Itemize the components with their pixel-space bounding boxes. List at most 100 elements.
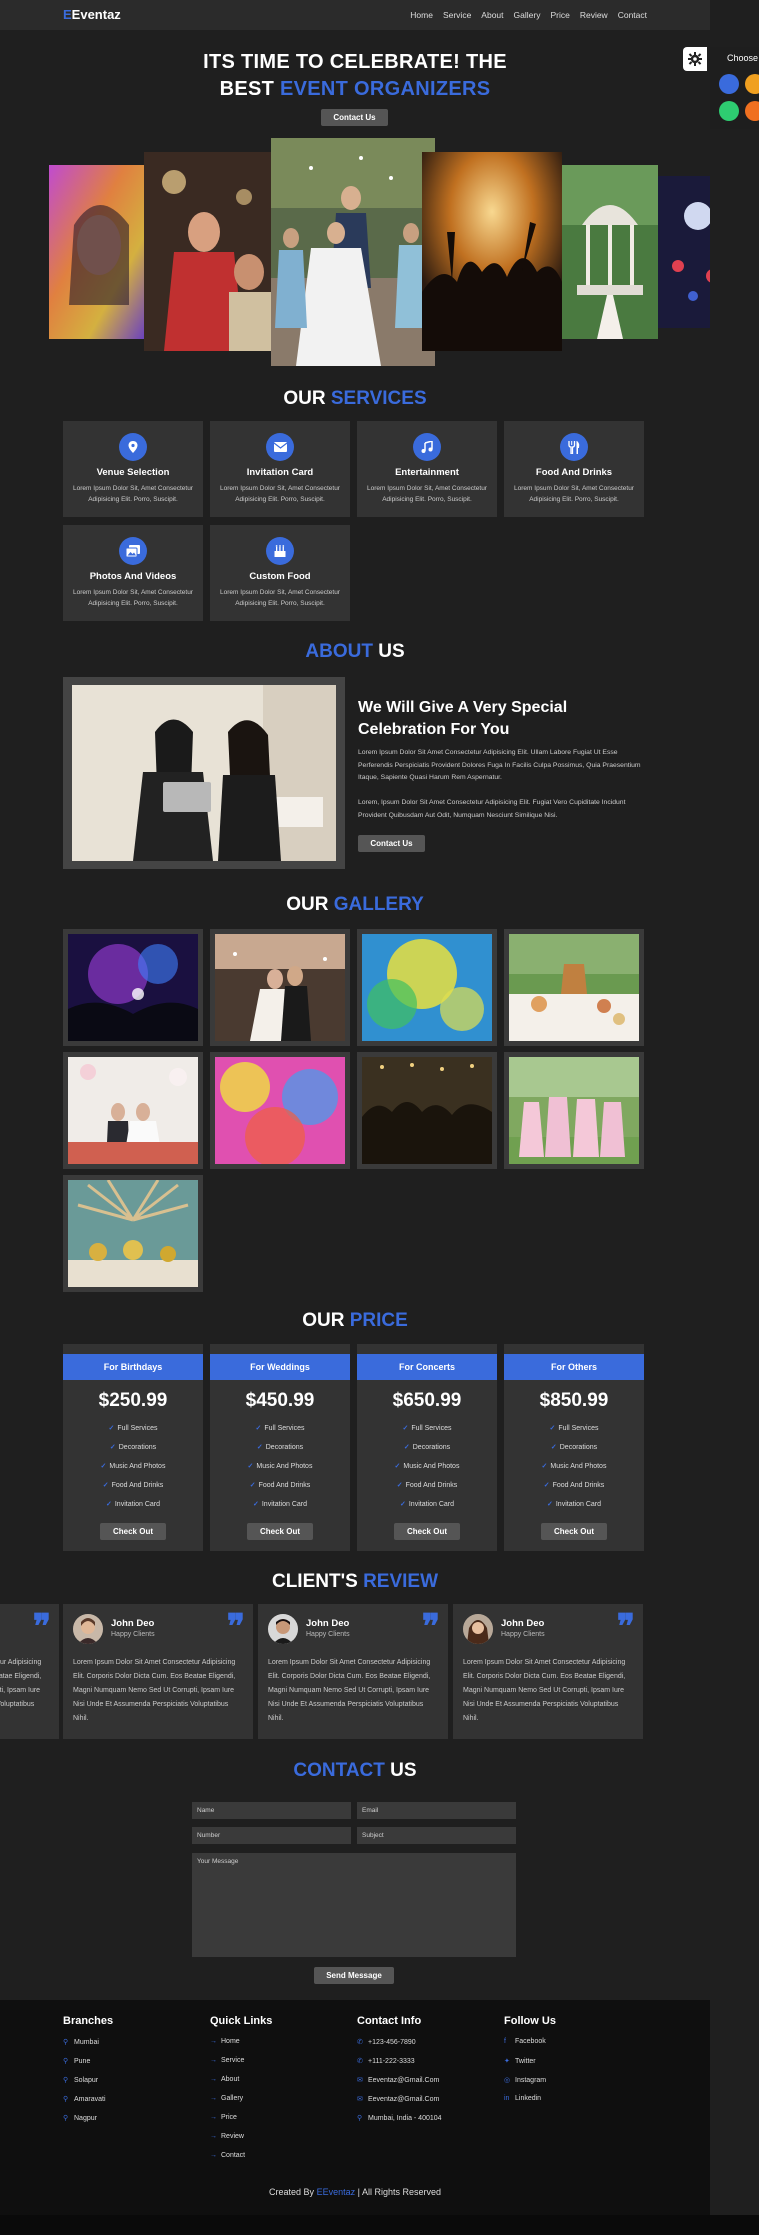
service-card-food[interactable]: Food And Drinks Lorem Ipsum Dolor Sit, A… <box>504 421 644 517</box>
gallery-item-7[interactable] <box>357 1052 497 1169</box>
about-image <box>63 677 345 869</box>
footer-branch-link[interactable]: ⚲ Nagpur <box>63 2114 97 2122</box>
price-feature: ✓ Food And Drinks <box>396 1482 458 1489</box>
footer-branches-title: Branches <box>63 2015 114 2027</box>
price-amount: $850.99 <box>539 1390 609 1411</box>
theme-swatch-green[interactable] <box>719 101 739 121</box>
map-marker-icon: ⚲ <box>63 2039 69 2046</box>
check-out-button[interactable]: Check Out <box>100 1523 166 1540</box>
name-field[interactable] <box>192 1802 351 1819</box>
email-field[interactable] <box>357 1802 516 1819</box>
price-plan-name: For Birthdays <box>63 1354 203 1380</box>
footer-quick-link[interactable]: → Home <box>210 2038 240 2045</box>
subject-field[interactable] <box>357 1827 516 1844</box>
footer-quick-link[interactable]: → About <box>210 2076 239 2083</box>
hero-image-gazebo <box>562 165 658 339</box>
footer-follow-title: Follow Us <box>504 2015 556 2027</box>
gallery-item-9[interactable] <box>63 1175 203 1292</box>
check-out-button[interactable]: Check Out <box>394 1523 460 1540</box>
map-marker-icon: ⚲ <box>63 2115 69 2122</box>
quote-icon: ❞ <box>421 1607 440 1647</box>
nav-link-contact[interactable]: Contact <box>618 10 647 20</box>
service-card-invitation[interactable]: Invitation Card Lorem Ipsum Dolor Sit, A… <box>210 421 350 517</box>
message-field[interactable] <box>192 1853 516 1957</box>
about-contact-button[interactable]: Contact Us <box>358 835 425 852</box>
check-icon: ✓ <box>396 1482 403 1489</box>
footer <box>0 2000 710 2215</box>
footer-branch-link[interactable]: ⚲ Amaravati <box>63 2095 106 2103</box>
gallery-item-2[interactable] <box>210 929 350 1046</box>
hero-image-lights <box>658 176 710 328</box>
footer-contact-item[interactable]: ⚲ Mumbai, India - 400104 <box>357 2114 442 2122</box>
gallery-item-1[interactable] <box>63 929 203 1046</box>
price-plan-name: For Concerts <box>357 1354 497 1380</box>
hero-image-holi <box>49 165 145 339</box>
birthday-cake-icon <box>266 537 294 565</box>
price-feature: ✓ Full Services <box>108 1425 158 1432</box>
footer-social-link[interactable]: in Linkedin <box>504 2095 541 2102</box>
check-icon: ✓ <box>543 1482 550 1489</box>
footer-quick-link[interactable]: → Review <box>210 2133 244 2140</box>
quote-icon: ❞ <box>32 1607 51 1647</box>
footer-contact-item[interactable]: ✆ +123-456-7890 <box>357 2038 416 2046</box>
price-amount: $650.99 <box>392 1390 462 1411</box>
check-icon: ✓ <box>541 1463 548 1470</box>
gallery-item-4[interactable] <box>504 929 644 1046</box>
footer-social-link[interactable]: ◎ Instagram <box>504 2076 546 2084</box>
utensils-icon <box>560 433 588 461</box>
check-out-button[interactable]: Check Out <box>541 1523 607 1540</box>
gallery-item-5[interactable] <box>63 1052 203 1169</box>
price-feature: ✓ Invitation Card <box>252 1501 307 1508</box>
service-card-custom-food[interactable]: Custom Food Lorem Ipsum Dolor Sit, Amet … <box>210 525 350 621</box>
gallery-item-3[interactable] <box>357 929 497 1046</box>
brand-logo[interactable]: EEventaz <box>63 7 121 22</box>
hero-contact-button[interactable]: Contact Us <box>321 109 388 126</box>
gallery-title: OUR GALLERY <box>286 894 424 915</box>
nav-link-review[interactable]: Review <box>580 10 608 20</box>
nav-link-service[interactable]: Service <box>443 10 471 20</box>
check-icon: ✓ <box>549 1425 556 1432</box>
footer-contact-item[interactable]: ✉ Eeventaz@Gmail.Com <box>357 2095 439 2103</box>
hero-title-line-2: BEST EVENT ORGANIZERS <box>219 78 491 100</box>
footer-branch-link[interactable]: ⚲ Solapur <box>63 2076 98 2084</box>
service-card-entertainment[interactable]: Entertainment Lorem Ipsum Dolor Sit, Ame… <box>357 421 497 517</box>
gear-icon[interactable] <box>683 47 707 71</box>
check-out-button[interactable]: Check Out <box>247 1523 313 1540</box>
footer-social-link[interactable]: ✦ Twitter <box>504 2057 536 2065</box>
nav-link-gallery[interactable]: Gallery <box>514 10 541 20</box>
footer-quick-link[interactable]: → Gallery <box>210 2095 243 2102</box>
footer-quick-link[interactable]: → Contact <box>210 2152 245 2159</box>
footer-contact-item[interactable]: ✉ Eeventaz@Gmail.Com <box>357 2076 439 2084</box>
map-marker-icon <box>119 433 147 461</box>
footer-social-link[interactable]: f Facebook <box>504 2038 546 2045</box>
footer-contact-item[interactable]: ✆ +111-222-3333 <box>357 2057 415 2065</box>
theme-swatch-orange[interactable] <box>745 101 759 121</box>
send-message-button[interactable]: Send Message <box>314 1967 394 1984</box>
avatar <box>268 1614 298 1644</box>
service-card-venue[interactable]: Venue Selection Lorem Ipsum Dolor Sit, A… <box>63 421 203 517</box>
nav-link-price[interactable]: Price <box>550 10 569 20</box>
nav-links: Home Service About Gallery Price Review … <box>410 10 647 20</box>
instagram-icon: ◎ <box>504 2077 511 2084</box>
footer-branch-link[interactable]: ⚲ Pune <box>63 2057 90 2065</box>
number-field[interactable] <box>192 1827 351 1844</box>
footer-quick-link[interactable]: → Service <box>210 2057 244 2064</box>
price-feature: ✓ Food And Drinks <box>102 1482 164 1489</box>
nav-link-about[interactable]: About <box>481 10 503 20</box>
footer-branch-link[interactable]: ⚲ Mumbai <box>63 2038 99 2046</box>
gallery-item-6[interactable] <box>210 1052 350 1169</box>
map-marker-icon: ⚲ <box>357 2115 363 2122</box>
avatar <box>463 1614 493 1644</box>
theme-swatch-yellow[interactable] <box>745 74 759 94</box>
theme-swatch-blue[interactable] <box>719 74 739 94</box>
music-icon <box>413 433 441 461</box>
service-card-photos[interactable]: Photos And Videos Lorem Ipsum Dolor Sit,… <box>63 525 203 621</box>
nav-link-home[interactable]: Home <box>410 10 433 20</box>
footer-quick-link[interactable]: → Price <box>210 2114 237 2121</box>
envelope-icon: ✉ <box>357 2096 363 2103</box>
price-feature: ✓ Decorations <box>256 1444 304 1451</box>
gallery-item-8[interactable] <box>504 1052 644 1169</box>
quote-icon: ❞ <box>616 1607 635 1647</box>
review-card-3: John Deo Happy Clients ❞ Lorem Ipsum Dol… <box>453 1604 643 1739</box>
arrow-right-icon: → <box>210 2076 217 2083</box>
